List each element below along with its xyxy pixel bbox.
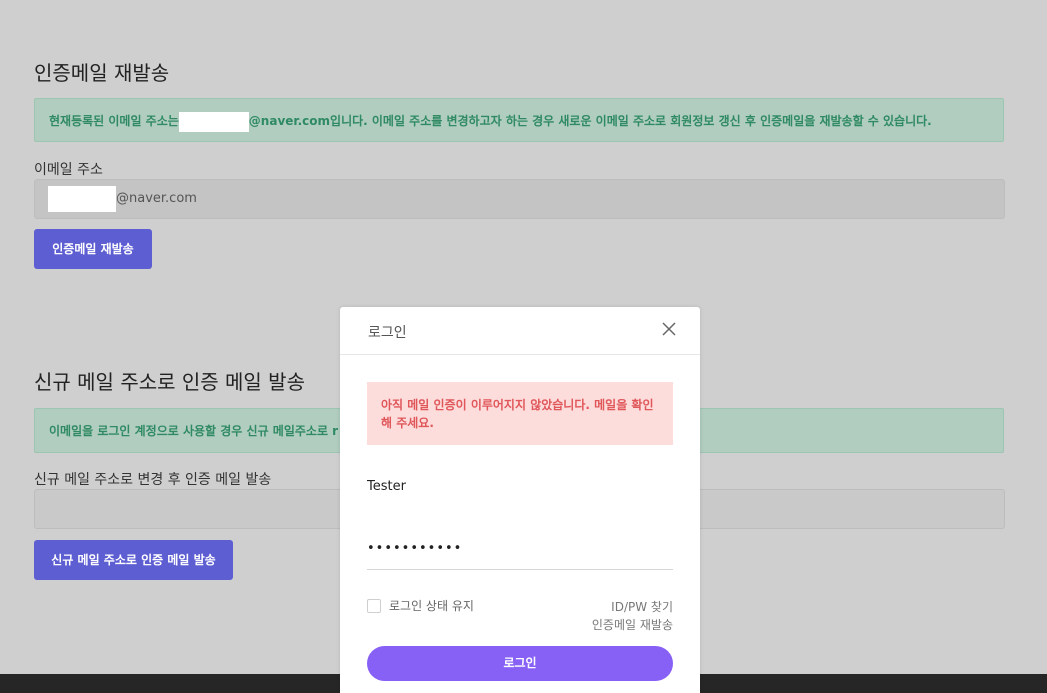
notice-suffix: @naver.com입니다. 이메일 주소를 변경하고자 하는 경우 새로운 이… bbox=[248, 114, 932, 128]
notice-prefix: 현재등록된 이메일 주소는 bbox=[49, 114, 179, 128]
remember-label: 로그인 상태 유지 bbox=[389, 599, 474, 613]
current-email-notice: 현재등록된 이메일 주소는 @naver.com입니다. 이메일 주소를 변경하고… bbox=[34, 98, 1004, 142]
login-button[interactable]: 로그인 bbox=[367, 646, 673, 681]
remember-checkbox[interactable] bbox=[367, 598, 381, 613]
redacted-email-block bbox=[48, 185, 116, 212]
email-value-suffix: @naver.com bbox=[116, 191, 197, 206]
password-masked: ••••••••••• bbox=[367, 541, 463, 556]
new-email-label: 신규 메일 주소로 변경 후 인증 메일 발송 bbox=[34, 472, 272, 488]
login-modal: 로그인 아직 메일 인증이 이루어지지 않았습니다. 메일을 확인해 주세요. … bbox=[340, 307, 700, 693]
new-email-section-title: 신규 메일 주소로 인증 메일 발송 bbox=[34, 370, 305, 394]
find-account-link[interactable]: ID/PW 찾기 bbox=[611, 598, 673, 615]
email-field[interactable]: @naver.com bbox=[34, 179, 1005, 219]
modal-title: 로그인 bbox=[368, 325, 407, 341]
email-label: 이메일 주소 bbox=[34, 162, 103, 178]
username-input[interactable]: Tester bbox=[367, 479, 673, 494]
password-input[interactable]: ••••••••••• bbox=[367, 537, 673, 570]
page: 인증메일 재발송 현재등록된 이메일 주소는 @naver.com입니다. 이메일… bbox=[0, 0, 1047, 693]
resend-section-title: 인증메일 재발송 bbox=[34, 61, 170, 85]
redacted-email-block bbox=[178, 111, 249, 132]
resend-email-link[interactable]: 인증메일 재발송 bbox=[592, 616, 673, 633]
modal-header: 로그인 bbox=[340, 307, 700, 355]
remember-me[interactable]: 로그인 상태 유지 bbox=[367, 597, 474, 614]
resend-email-button[interactable]: 인증메일 재발송 bbox=[34, 229, 152, 269]
verification-error-alert: 아직 메일 인증이 이루어지지 않았습니다. 메일을 확인해 주세요. bbox=[367, 382, 673, 445]
close-icon[interactable] bbox=[660, 320, 678, 338]
send-new-email-button[interactable]: 신규 메일 주소로 인증 메일 발송 bbox=[34, 540, 233, 580]
